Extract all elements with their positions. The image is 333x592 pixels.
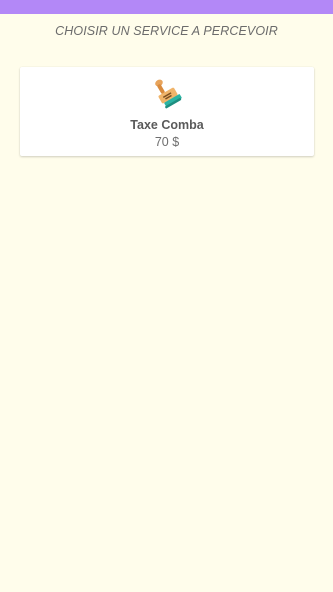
service-price: 70 $	[154, 135, 180, 149]
service-card[interactable]: Taxe Comba 70 $	[20, 67, 314, 156]
status-bar	[0, 0, 333, 14]
rubber-stamp-icon	[155, 79, 182, 109]
service-name: Taxe Comba	[130, 118, 204, 132]
page-title: CHOISIR UN SERVICE A PERCEVOIR	[55, 24, 278, 38]
